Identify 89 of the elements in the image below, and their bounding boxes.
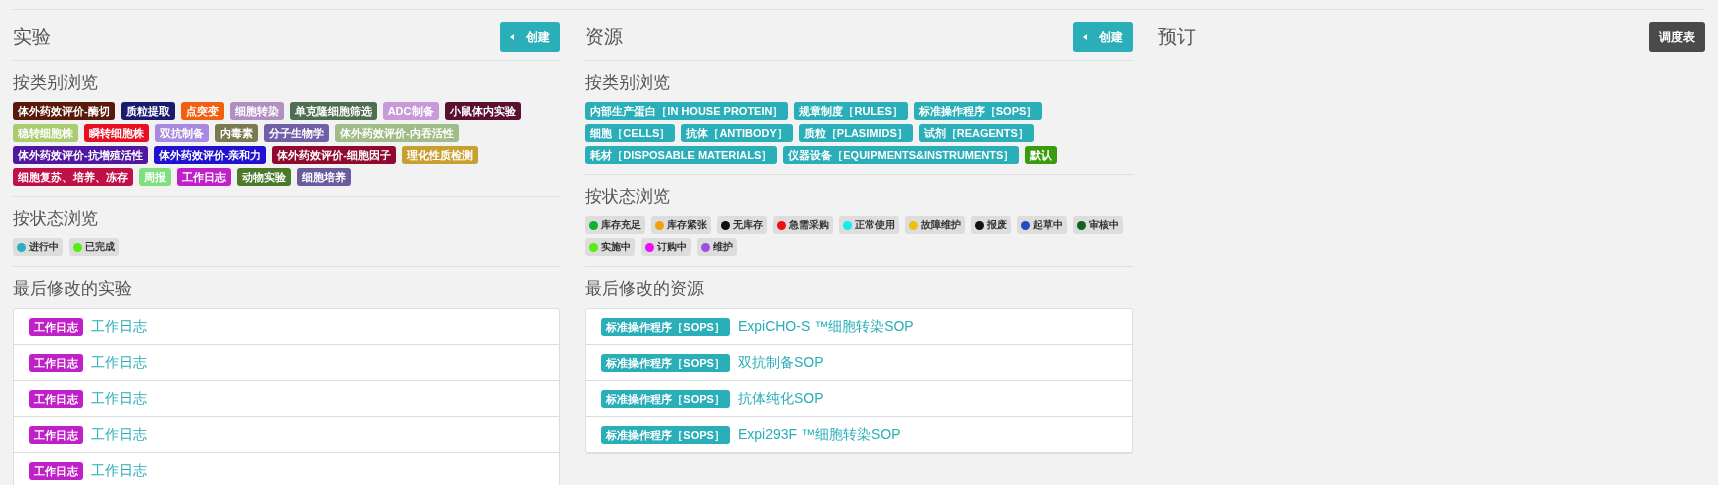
status-label: 已完成 xyxy=(85,240,115,254)
section-title: 实验 xyxy=(13,25,51,49)
category-tag[interactable]: 细胞培养 xyxy=(297,168,351,186)
category-tag[interactable]: 质粒［PLASIMIDS］ xyxy=(798,124,913,142)
status-filter[interactable]: 维护 xyxy=(697,238,738,256)
category-tag[interactable]: 体外药效评价-抗增殖活性 xyxy=(13,146,148,164)
item-link[interactable]: 工作日志 xyxy=(91,461,147,480)
category-tag[interactable]: 小鼠体内实验 xyxy=(444,102,521,120)
status-label: 报废 xyxy=(987,218,1008,232)
status-filter[interactable]: 库存紧张 xyxy=(651,216,712,234)
category-tag[interactable]: 耗材［DISPOSABLE MATERIALS］ xyxy=(585,146,778,164)
item-link[interactable]: 工作日志 xyxy=(91,353,147,372)
category-tag[interactable]: 试剂［REAGENTS］ xyxy=(918,124,1034,142)
category-tag: 标准操作程序［SOPS］ xyxy=(601,353,730,372)
status-label: 库存紧张 xyxy=(667,218,708,232)
category-tag: 工作日志 xyxy=(29,317,83,336)
status-label: 无库存 xyxy=(733,218,764,232)
status-label: 订购中 xyxy=(657,240,688,254)
category-tag[interactable]: 质粒提取 xyxy=(120,102,175,120)
status-filter[interactable]: 正常使用 xyxy=(839,216,900,234)
status-filter[interactable]: 订购中 xyxy=(641,238,692,256)
category-tag[interactable]: 点突变 xyxy=(180,102,224,120)
status-filter[interactable]: 起草中 xyxy=(1017,216,1068,234)
subsection-heading: 按状态浏览 xyxy=(13,208,99,230)
category-tag: 工作日志 xyxy=(29,461,83,480)
category-tag: 标准操作程序［SOPS］ xyxy=(601,389,730,408)
category-tag: 标准操作程序［SOPS］ xyxy=(601,425,730,444)
status-filter[interactable]: 急需采购 xyxy=(773,216,834,234)
item-link[interactable]: 工作日志 xyxy=(91,317,147,336)
status-filter[interactable]: 报废 xyxy=(971,216,1012,234)
section-title: 资源 xyxy=(585,25,624,49)
category-tag[interactable]: 细胞转染 xyxy=(229,102,284,120)
status-label: 库存充足 xyxy=(601,218,642,232)
category-tag[interactable]: 分子生物学 xyxy=(264,124,329,142)
category-tag[interactable]: 规章制度［RULES］ xyxy=(794,102,908,120)
category-tag[interactable]: 内毒素 xyxy=(215,124,258,142)
category-tag[interactable]: 标准操作程序［SOPS］ xyxy=(913,102,1043,120)
schedule-button[interactable]: 调度表 xyxy=(1649,22,1705,52)
item-link[interactable]: 双抗制备SOP xyxy=(737,353,824,372)
category-tag[interactable]: 体外药效评价-细胞因子 xyxy=(272,146,396,164)
status-label: 维护 xyxy=(713,240,734,254)
category-tag[interactable]: 单克隆细胞筛选 xyxy=(289,102,377,120)
subsection-heading: 按类别浏览 xyxy=(585,72,672,94)
item-link[interactable]: 工作日志 xyxy=(91,389,147,408)
item-link[interactable]: 工作日志 xyxy=(91,425,147,444)
category-tag[interactable]: 动物实验 xyxy=(237,168,291,186)
status-filter[interactable]: 已完成 xyxy=(69,238,119,256)
category-tag[interactable]: 内部生产蛋白［IN HOUSE PROTEIN］ xyxy=(585,102,789,120)
status-filter[interactable]: 审核中 xyxy=(1073,216,1124,234)
category-tag[interactable]: 工作日志 xyxy=(177,168,231,186)
category-tag: 工作日志 xyxy=(29,353,83,372)
status-label: 急需采购 xyxy=(789,218,830,232)
category-tag[interactable]: 仪器设备［EQUIPMENTS&INSTRUMENTS］ xyxy=(783,146,1020,164)
category-tag[interactable]: 默认 xyxy=(1025,146,1058,164)
caret-icon xyxy=(510,34,515,40)
category-tag[interactable]: 双抗制备 xyxy=(155,124,209,142)
category-tag[interactable]: 细胞［CELLS］ xyxy=(585,124,676,142)
subsection-heading: 按类别浏览 xyxy=(13,72,99,94)
item-link[interactable]: Expi293F ™细胞转染SOP xyxy=(737,425,901,444)
subsection-heading: 最后修改的实验 xyxy=(13,278,133,300)
item-link[interactable]: ExpiCHO-S ™细胞转染SOP xyxy=(737,317,914,336)
category-tag: 工作日志 xyxy=(29,389,83,408)
category-tag[interactable]: 理化性质检测 xyxy=(402,146,478,164)
category-tag[interactable]: 抗体［ANTIBODY］ xyxy=(681,124,793,142)
category-tag[interactable]: 细胞复苏、培养、冻存 xyxy=(13,168,133,186)
item-link[interactable]: 抗体纯化SOP xyxy=(737,389,824,408)
create-button[interactable]: 创建 xyxy=(500,22,561,52)
category-tag: 标准操作程序［SOPS］ xyxy=(601,317,730,336)
subsection-heading: 最后修改的资源 xyxy=(585,278,706,300)
status-filter[interactable]: 故障维护 xyxy=(905,216,966,234)
category-tag: 工作日志 xyxy=(29,425,83,444)
subsection-heading: 按状态浏览 xyxy=(585,186,672,208)
category-tag[interactable]: 体外药效评价-亲和力 xyxy=(153,146,267,164)
status-label: 实施中 xyxy=(601,240,632,254)
status-label: 进行中 xyxy=(29,240,59,254)
category-tag[interactable]: 瞬转细胞株 xyxy=(84,124,149,142)
status-label: 起草中 xyxy=(1033,218,1064,232)
status-filter[interactable]: 库存充足 xyxy=(585,216,646,234)
status-label: 正常使用 xyxy=(855,218,896,232)
status-filter[interactable]: 无库存 xyxy=(717,216,768,234)
category-tag[interactable]: ADC制备 xyxy=(382,102,439,120)
category-tag[interactable]: 体外药效评价-酶切 xyxy=(13,102,115,120)
caret-icon xyxy=(1082,34,1087,40)
section-title: 预订 xyxy=(1157,25,1196,49)
status-filter[interactable]: 实施中 xyxy=(585,238,636,256)
status-filter[interactable]: 进行中 xyxy=(13,238,63,256)
status-label: 故障维护 xyxy=(921,218,962,232)
create-button[interactable]: 创建 xyxy=(1072,22,1133,52)
status-label: 审核中 xyxy=(1089,218,1120,232)
